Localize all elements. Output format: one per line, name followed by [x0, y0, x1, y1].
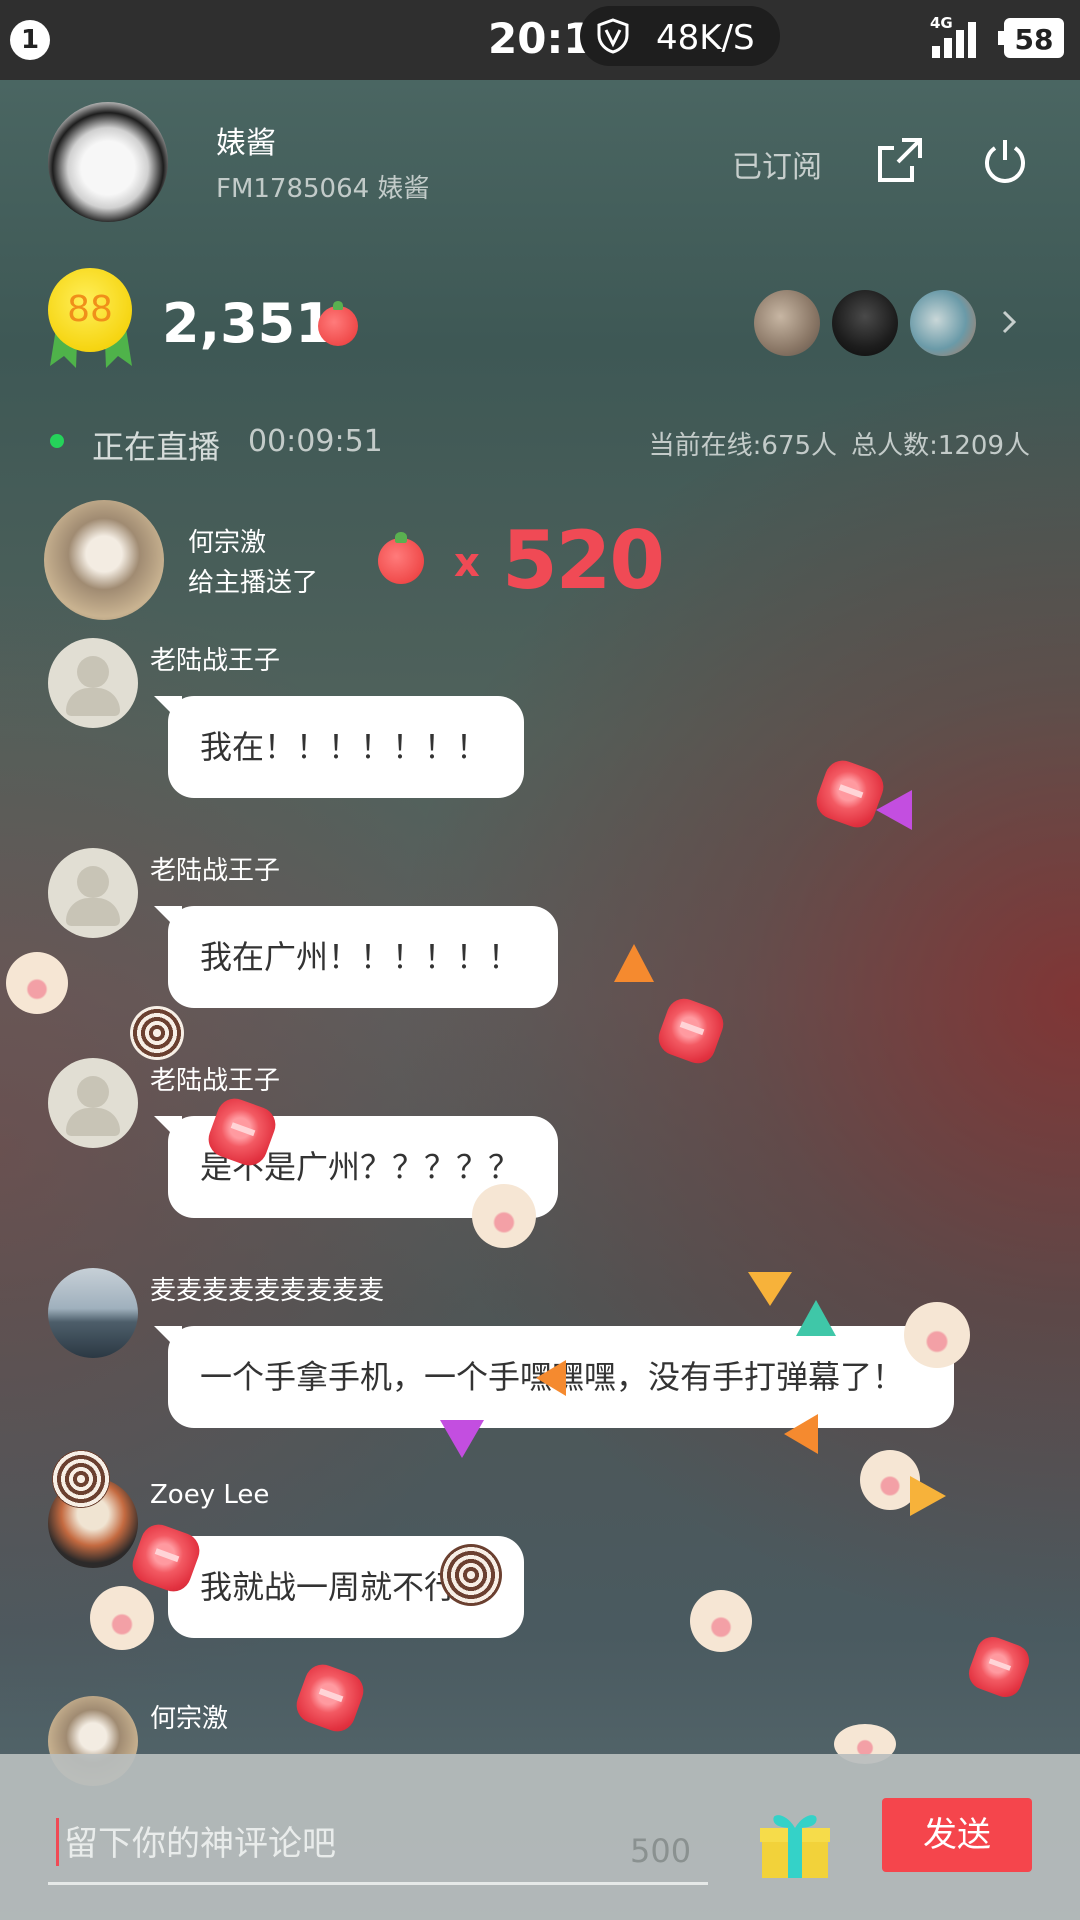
- paw-icon: [860, 1450, 920, 1510]
- fan-avatar[interactable]: [754, 290, 820, 356]
- paw-icon: [690, 1590, 752, 1652]
- online-count: 当前在线:675人: [648, 431, 838, 461]
- user-avatar[interactable]: [48, 1268, 138, 1358]
- chat-bubble: 我在！！！！！！！: [168, 696, 524, 798]
- comment-field[interactable]: [48, 1810, 708, 1885]
- chat-bubble: 是不是广州？？？？？: [168, 1116, 558, 1218]
- net-speed: 48K/S: [656, 18, 755, 58]
- host-name: 婊酱: [216, 126, 276, 161]
- user-avatar[interactable]: [48, 848, 138, 938]
- user-avatar[interactable]: [48, 1478, 138, 1568]
- text-cursor: [56, 1818, 59, 1866]
- level-medal: 88: [48, 268, 134, 372]
- comment-input[interactable]: [62, 1810, 626, 1878]
- gift-multiplier: x: [454, 540, 480, 586]
- gem-icon: [653, 993, 729, 1069]
- chat-username: 老陆战王子: [150, 856, 281, 886]
- signal-icon: [932, 22, 976, 58]
- gift-count: 520: [502, 514, 665, 607]
- triangle-confetti-icon: [876, 790, 912, 830]
- shield-icon: [597, 18, 629, 54]
- tomato-gift-icon: [378, 532, 424, 584]
- tomato-icon: [318, 301, 358, 346]
- send-button[interactable]: 发送: [882, 1798, 1032, 1872]
- host-avatar[interactable]: [48, 102, 168, 222]
- gem-icon: [964, 1632, 1034, 1702]
- gift-action: 给主播送了: [188, 568, 319, 598]
- chevron-right-icon[interactable]: [1000, 304, 1020, 340]
- status-bar: 1 20:11 48K/S 4G 58: [0, 0, 1080, 80]
- net-speed-pill: 48K/S: [580, 6, 780, 66]
- chat-username: 何宗激: [150, 1704, 229, 1734]
- paw-icon: [90, 1586, 154, 1650]
- total-count: 总人数:1209人: [851, 431, 1030, 461]
- chat-username: Zoey Lee: [150, 1480, 270, 1510]
- coin-count: 2,351: [162, 292, 333, 355]
- online-stats: 当前在线:675人 总人数:1209人: [635, 425, 1030, 462]
- gem-icon: [811, 755, 889, 833]
- chat-bubble: 一个手拿手机，一个手嘿嘿嘿，没有手打弹幕了！: [168, 1326, 954, 1428]
- user-avatar[interactable]: [48, 638, 138, 728]
- gift-sender-name: 何宗激: [188, 528, 267, 558]
- chat-bubble: 我就战一周就不行: [168, 1536, 524, 1638]
- notification-count: 1: [10, 20, 50, 60]
- triangle-confetti-icon: [910, 1476, 946, 1516]
- fan-avatar[interactable]: [832, 290, 898, 356]
- gift-icon[interactable]: [758, 1806, 832, 1882]
- chat-bubble: 我在广州！！！！！！: [168, 906, 558, 1008]
- paw-icon: [6, 952, 68, 1014]
- host-id: FM1785064 婊酱: [216, 174, 430, 204]
- power-icon[interactable]: [980, 136, 1030, 186]
- chat-username: 老陆战王子: [150, 646, 281, 676]
- gift-sender-avatar[interactable]: [44, 500, 164, 620]
- level-value: 88: [48, 268, 132, 352]
- gem-icon: [291, 1659, 369, 1737]
- char-limit: 500: [630, 1832, 692, 1870]
- chat-username: 老陆战王子: [150, 1066, 281, 1096]
- live-indicator-dot: [50, 434, 64, 448]
- subscribe-button[interactable]: 已订阅: [732, 142, 822, 186]
- fan-avatar[interactable]: [910, 290, 976, 356]
- user-avatar[interactable]: [48, 1058, 138, 1148]
- live-duration: 00:09:51: [248, 424, 383, 459]
- battery-icon: 58: [998, 18, 1064, 58]
- triangle-confetti-icon: [614, 944, 654, 982]
- share-icon[interactable]: [876, 136, 924, 184]
- triangle-confetti-icon: [748, 1272, 792, 1306]
- live-status: 正在直播: [92, 428, 221, 466]
- chat-username: 麦麦麦麦麦麦麦麦麦: [150, 1276, 385, 1306]
- roll-cake-icon: [130, 1006, 184, 1060]
